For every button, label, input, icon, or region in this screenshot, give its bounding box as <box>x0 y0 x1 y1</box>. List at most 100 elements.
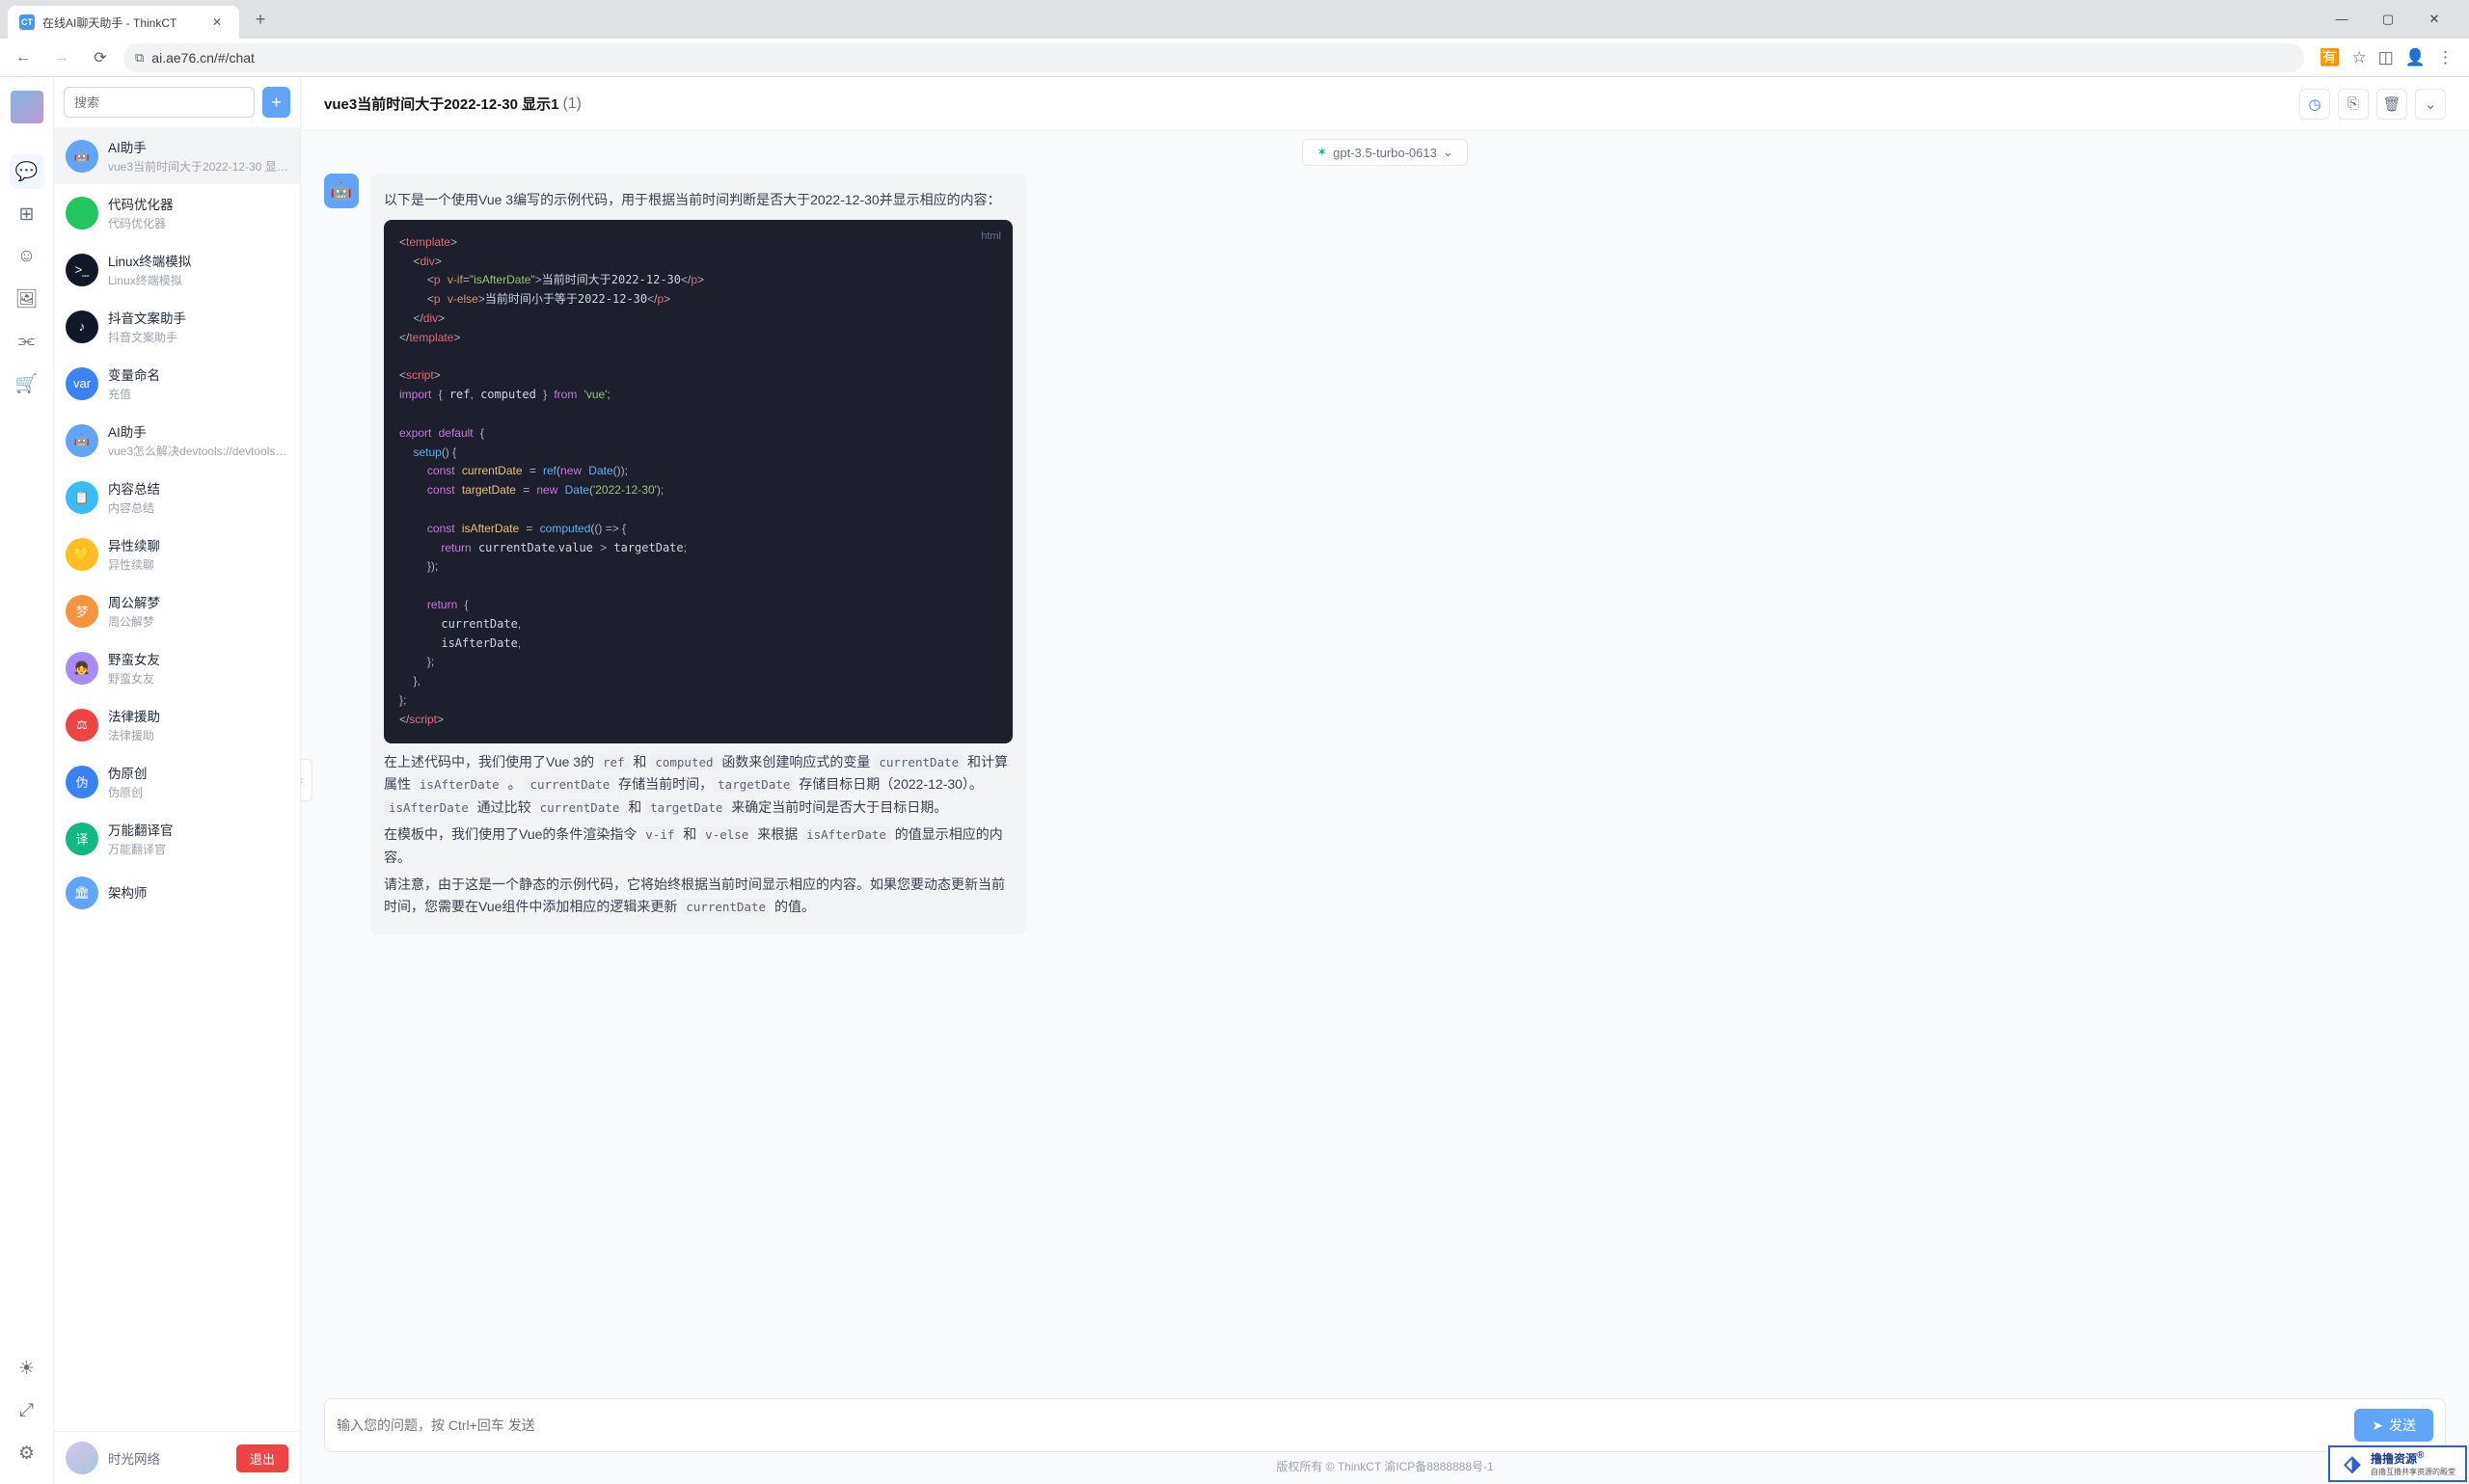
conversation-avatar: >_ <box>66 254 98 286</box>
nav-reload-icon[interactable]: ⟳ <box>85 42 116 73</box>
rail-theme-icon[interactable]: ☀ <box>10 1351 44 1386</box>
rail-share-icon[interactable]: ⫘ <box>10 324 44 359</box>
browser-tab[interactable]: CT 在线AI聊天助手 - ThinkCT ✕ <box>8 6 239 39</box>
conversation-title: 内容总结 <box>108 478 288 498</box>
conversation-item[interactable]: ♪ 抖音文案助手 抖音文案助手 <box>54 298 300 355</box>
logout-button[interactable]: 退出 <box>236 1444 288 1472</box>
chevron-down-icon: ⌄ <box>1443 145 1453 160</box>
maximize-icon[interactable]: ▢ <box>2373 12 2403 27</box>
rail-chat-icon[interactable]: 💬 <box>10 154 44 189</box>
history-icon[interactable]: ◷ <box>2299 89 2330 120</box>
footer-copyright: 版权所有 © ThinkCT 渝ICP备8888888号-1 <box>324 1452 2446 1480</box>
message-paragraph: 在模板中，我们使用了Vue的条件渲染指令 v-if 和 v-else 来根据 i… <box>384 823 1013 870</box>
conversation-subtitle: 充值 <box>108 386 288 402</box>
footer-avatar[interactable] <box>66 1442 98 1474</box>
rail-settings-icon[interactable]: ⚙ <box>10 1436 44 1471</box>
browser-tabstrip: CT 在线AI聊天助手 - ThinkCT ✕ + — ▢ ✕ <box>0 0 2469 39</box>
conversation-avatar: 梦 <box>66 595 98 628</box>
conversation-item[interactable]: 译 万能翻译官 万能翻译官 <box>54 810 300 867</box>
rail-collapse-icon[interactable]: ⤢ <box>10 1393 44 1428</box>
conversation-item[interactable]: var 变量命名 充值 <box>54 355 300 412</box>
conversation-subtitle: vue3当前时间大于2022-12-30 显示1 <box>108 158 288 175</box>
export-icon[interactable]: ⎘ <box>2338 89 2369 120</box>
conversation-title: 异性续聊 <box>108 535 288 554</box>
minimize-icon[interactable]: — <box>2326 12 2357 27</box>
conversation-list: 🤖 AI助手 vue3当前时间大于2022-12-30 显示1 代码优化器 代码… <box>54 127 300 1431</box>
new-tab-button[interactable]: + <box>247 6 274 33</box>
conversation-subtitle: 内容总结 <box>108 499 288 516</box>
input-wrap: ➤发送 <box>324 1398 2446 1452</box>
conversation-title: 伪原创 <box>108 763 288 782</box>
footer-username: 时光网络 <box>108 1448 227 1468</box>
conversation-subtitle: 伪原创 <box>108 784 288 800</box>
sidebar-footer: 时光网络 退出 <box>54 1431 300 1484</box>
rail-apps-icon[interactable]: ⊞ <box>10 197 44 231</box>
conversation-subtitle: 代码优化器 <box>108 215 288 231</box>
conversation-item[interactable]: >_ Linux终端模拟 Linux终端模拟 <box>54 241 300 298</box>
watermark-badge: ⬗ 撸撸资源® 自撸互撸共享资源的殿堂 <box>2328 1445 2467 1482</box>
profile-icon[interactable]: 👤 <box>2405 48 2426 67</box>
send-button[interactable]: ➤发送 <box>2354 1409 2433 1442</box>
chat-count: (1) <box>562 95 582 113</box>
chat-scroll-area[interactable]: ‹ ✶ gpt-3.5-turbo-0613 ⌄ 🤖 以下是一个使用Vue 3编… <box>301 131 2469 1387</box>
conversation-avatar: 🤖 <box>66 140 98 173</box>
conversation-avatar: 🤖 <box>66 424 98 457</box>
message-intro: 以下是一个使用Vue 3编写的示例代码，用于根据当前时间判断是否大于2022-1… <box>384 189 1013 212</box>
send-icon: ➤ <box>2372 1417 2383 1434</box>
watermark-logo-icon: ⬗ <box>2340 1451 2365 1476</box>
conversation-panel: + 🤖 AI助手 vue3当前时间大于2022-12-30 显示1 代码优化器 … <box>54 77 301 1484</box>
rail-gallery-icon[interactable]: 🖼 <box>10 282 44 316</box>
close-window-icon[interactable]: ✕ <box>2419 12 2450 27</box>
conversation-item[interactable]: 👧 野蛮女友 野蛮女友 <box>54 639 300 696</box>
conversation-item[interactable]: 梦 周公解梦 周公解梦 <box>54 582 300 639</box>
conversation-title: AI助手 <box>108 421 288 441</box>
nav-back-icon[interactable]: ← <box>8 42 39 73</box>
translate-icon[interactable]: 🈶 <box>2320 48 2340 67</box>
conversation-title: AI助手 <box>108 137 288 156</box>
tab-close-icon[interactable]: ✕ <box>206 13 228 31</box>
url-field[interactable]: ⧉ ai.ae76.cn/#/chat <box>123 43 2304 72</box>
code-language-label: html <box>981 228 1001 245</box>
chat-main: vue3当前时间大于2022-12-30 显示1 (1) ◷ ⎘ 🗑 ⌄ ‹ ✶… <box>301 77 2469 1484</box>
bookmark-icon[interactable]: ☆ <box>2352 48 2367 67</box>
user-avatar[interactable] <box>11 91 43 123</box>
conversation-item[interactable]: 🤖 AI助手 vue3怎么解决devtools://devtools/bu <box>54 412 300 469</box>
conversation-subtitle: Linux终端模拟 <box>108 272 288 288</box>
conversation-avatar: var <box>66 367 98 400</box>
conversation-item[interactable]: 🏛 架构师 <box>54 867 300 919</box>
nav-forward-icon[interactable]: → <box>46 42 77 73</box>
conversation-title: 代码优化器 <box>108 194 288 213</box>
site-info-icon[interactable]: ⧉ <box>135 50 144 66</box>
search-input[interactable] <box>64 87 255 118</box>
conversation-item[interactable]: 代码优化器 代码优化器 <box>54 184 300 241</box>
conversation-item[interactable]: 伪 伪原创 伪原创 <box>54 753 300 810</box>
code-block: html<template> <div> <p v-if="isAfterDat… <box>384 220 1013 743</box>
chat-header: vue3当前时间大于2022-12-30 显示1 (1) ◷ ⎘ 🗑 ⌄ <box>301 77 2469 131</box>
model-selector[interactable]: ✶ gpt-3.5-turbo-0613 ⌄ <box>1302 139 1468 166</box>
conversation-avatar: 💛 <box>66 538 98 571</box>
sparkle-icon: ✶ <box>1316 145 1327 160</box>
conversation-subtitle: vue3怎么解决devtools://devtools/bu <box>108 443 288 459</box>
message-paragraph: 请注意，由于这是一个静态的示例代码，它将始终根据当前时间显示相应的内容。如果您要… <box>384 874 1013 920</box>
panel-collapse-handle[interactable]: ‹ <box>301 759 312 801</box>
conversation-subtitle: 异性续聊 <box>108 556 288 573</box>
sidepanel-icon[interactable]: ◫ <box>2378 48 2394 67</box>
expand-icon[interactable]: ⌄ <box>2415 89 2446 120</box>
delete-icon[interactable]: 🗑 <box>2376 89 2407 120</box>
conversation-subtitle: 周公解梦 <box>108 613 288 630</box>
new-conversation-button[interactable]: + <box>262 87 290 118</box>
browser-menu-icon[interactable]: ⋮ <box>2437 48 2454 67</box>
conversation-item[interactable]: 💛 异性续聊 异性续聊 <box>54 526 300 582</box>
conversation-avatar: ♪ <box>66 310 98 343</box>
rail-cart-icon[interactable]: 🛒 <box>10 366 44 401</box>
conversation-item[interactable]: 📋 内容总结 内容总结 <box>54 469 300 526</box>
rail-explore-icon[interactable]: ☺ <box>10 239 44 274</box>
conversation-avatar: 伪 <box>66 766 98 798</box>
message-input[interactable] <box>337 1417 2343 1433</box>
conversation-title: 抖音文案助手 <box>108 308 288 327</box>
window-controls: — ▢ ✕ <box>2326 12 2461 27</box>
conversation-title: 法律援助 <box>108 706 288 725</box>
conversation-item[interactable]: 🤖 AI助手 vue3当前时间大于2022-12-30 显示1 <box>54 127 300 184</box>
conversation-item[interactable]: ⚖ 法律援助 法律援助 <box>54 696 300 753</box>
conversation-avatar <box>66 197 98 229</box>
